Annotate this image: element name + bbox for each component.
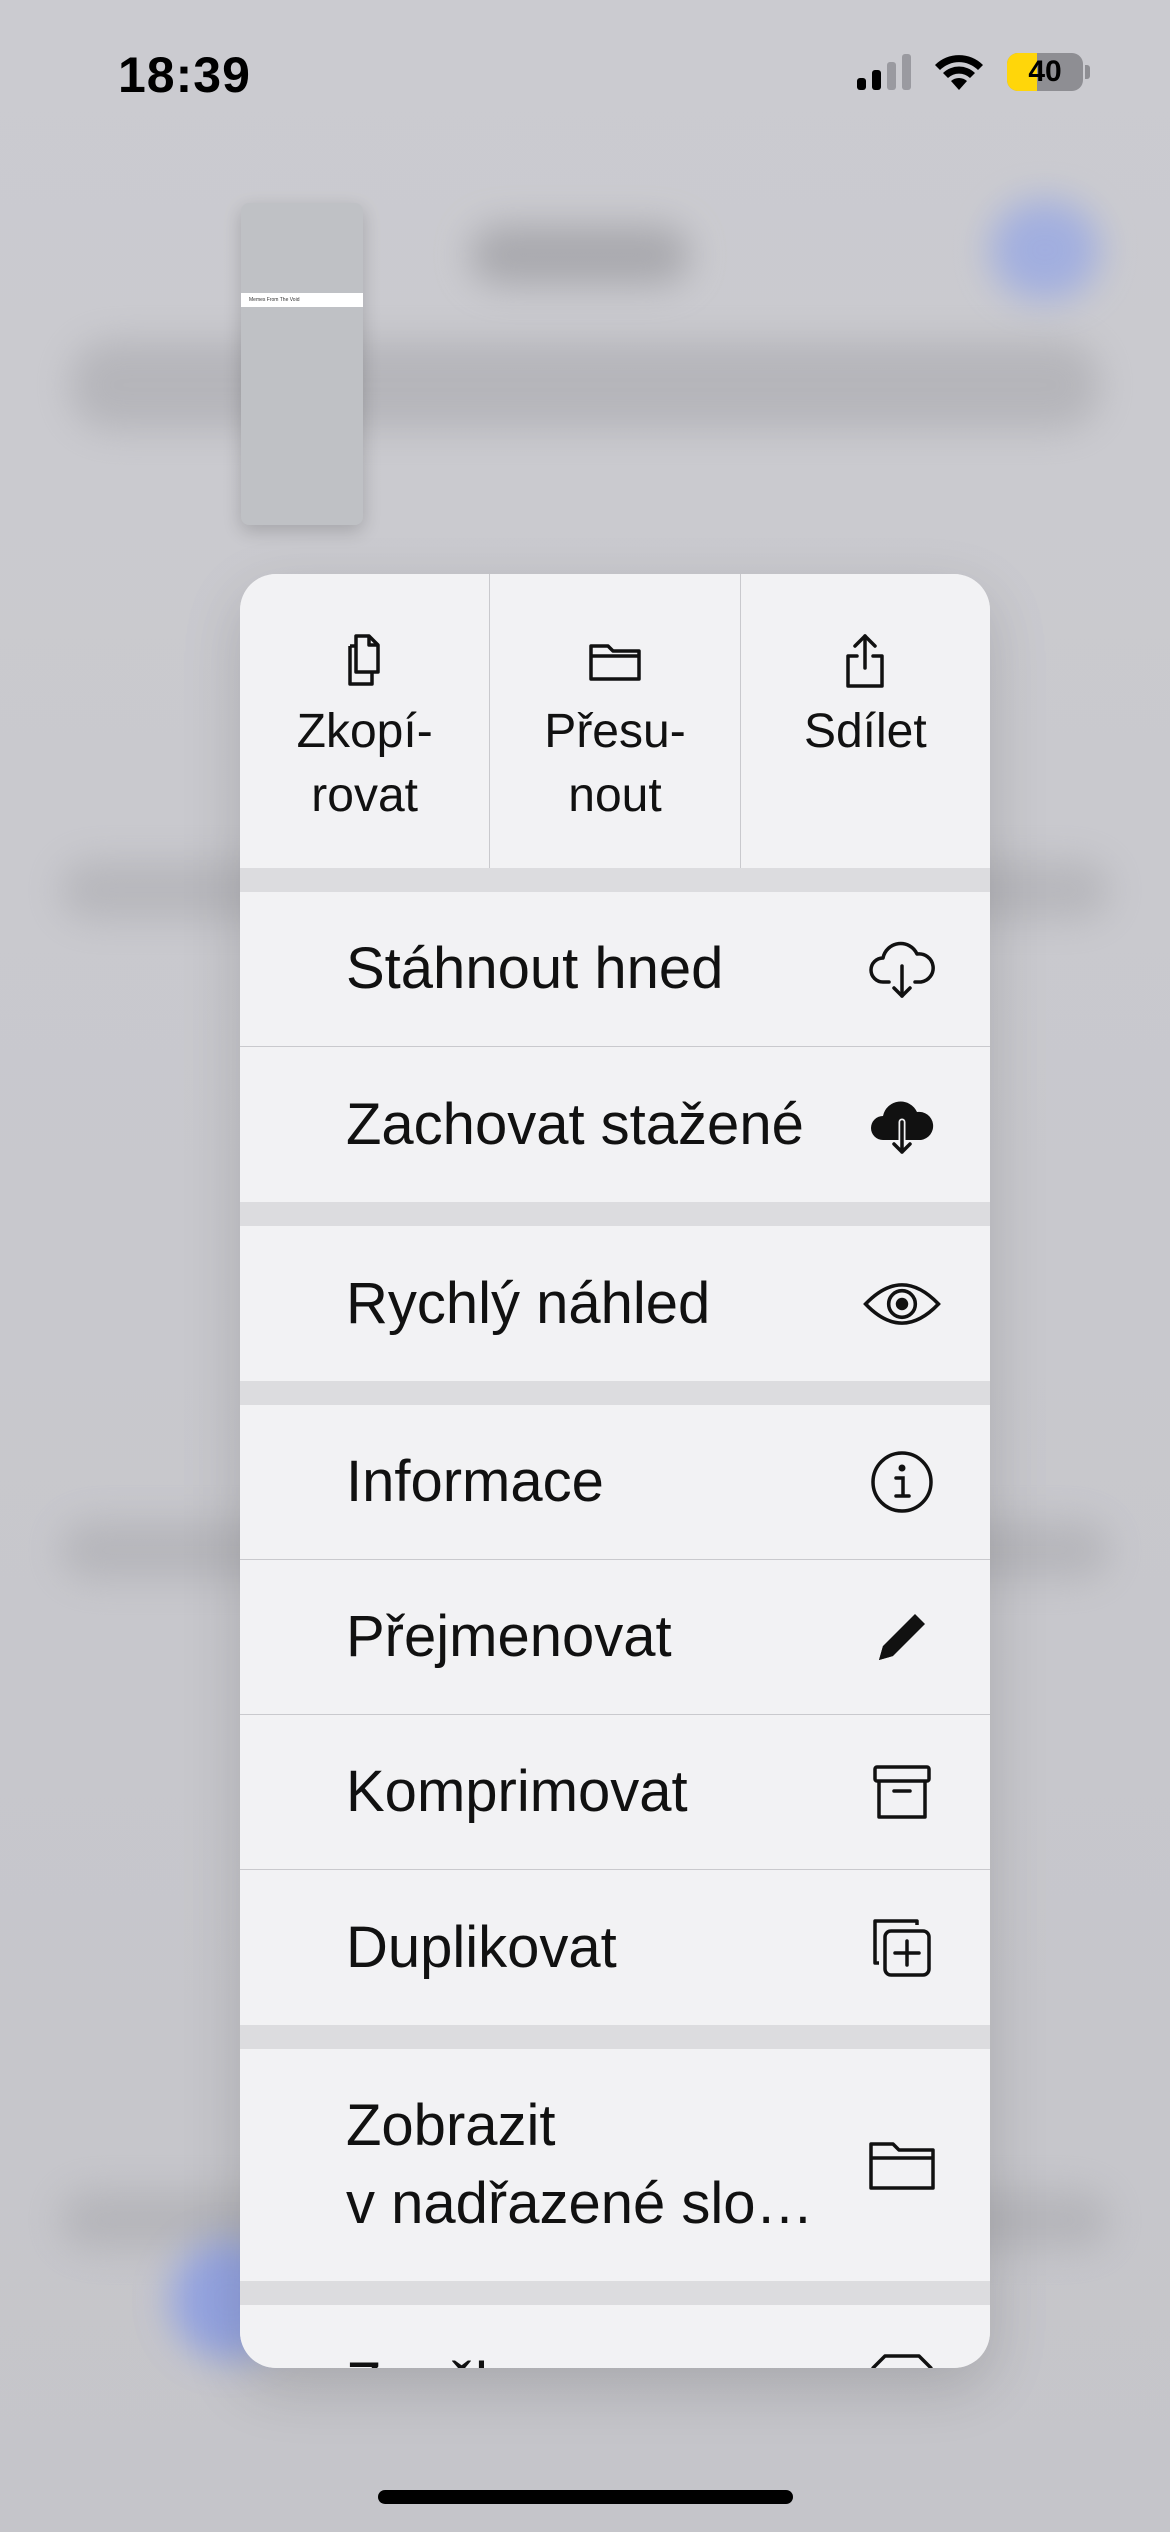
share-button[interactable]: Sdílet	[741, 574, 990, 868]
blurred-title	[470, 225, 690, 285]
file-preview-thumbnail: Memes From The Void	[241, 203, 363, 525]
quick-look-label: Rychlý náhled	[346, 1270, 711, 1336]
group-separator	[240, 1202, 990, 1226]
move-label: Přesu- nout	[544, 705, 686, 822]
keep-downloaded-item[interactable]: Zachovat stažené	[240, 1047, 990, 1202]
cellular-signal-icon	[857, 54, 911, 90]
eye-icon	[863, 1282, 941, 1325]
pencil-icon	[879, 1614, 925, 1660]
info-label: Informace	[346, 1449, 604, 1514]
wifi-icon	[935, 55, 983, 90]
download-now-item[interactable]: Stáhnout hned	[240, 892, 990, 1047]
group-separator	[240, 1381, 990, 1405]
thumbnail-caption: Memes From The Void	[241, 293, 363, 307]
tag-icon	[871, 2354, 933, 2368]
blurred-search-bar	[70, 340, 1100, 430]
group-separator	[240, 2025, 990, 2049]
duplicate-item[interactable]: Duplikovat	[240, 1870, 990, 2025]
status-time: 18:39	[118, 47, 251, 103]
share-icon	[846, 634, 885, 688]
status-indicators: 40	[857, 52, 1090, 92]
battery-level: 40	[1028, 55, 1062, 88]
info-icon	[871, 1451, 933, 1513]
compress-item[interactable]: Komprimovat	[240, 1715, 990, 1870]
download-now-label: Stáhnout hned	[346, 936, 724, 1001]
tags-label: Značky	[346, 2345, 533, 2368]
quick-actions-row: Zkopí- rovat Přesu- nout Sdílet	[240, 574, 990, 868]
home-indicator[interactable]	[378, 2490, 793, 2504]
preview-group: Rychlý náhled	[240, 1226, 990, 1381]
file-actions-group: Informace Přejmenovat Komprimovat Duplik…	[240, 1405, 990, 2025]
battery-icon: 40	[1007, 53, 1083, 91]
download-group: Stáhnout hned Zachovat stažené	[240, 892, 990, 1202]
context-menu: Zkopí- rovat Přesu- nout Sdílet Stáhnout…	[240, 574, 990, 2368]
move-button[interactable]: Přesu- nout	[490, 574, 741, 868]
group-separator	[240, 2281, 990, 2305]
copy-button[interactable]: Zkopí- rovat	[240, 574, 491, 868]
tags-item[interactable]: Značky	[240, 2305, 990, 2368]
rename-label: Přejmenovat	[346, 1604, 672, 1669]
copy-icon	[347, 634, 380, 686]
tags-group: Značky	[240, 2305, 990, 2368]
folder-icon	[589, 644, 641, 681]
blurred-avatar	[990, 200, 1100, 300]
info-item[interactable]: Informace	[240, 1405, 990, 1560]
share-label: Sdílet	[803, 705, 927, 758]
show-in-enclosing-folder-item[interactable]: Zobrazit v nadřazené slo…	[240, 2049, 990, 2281]
duplicate-label: Duplikovat	[346, 1914, 617, 1980]
location-group: Zobrazit v nadřazené slo…	[240, 2049, 990, 2281]
quick-look-item[interactable]: Rychlý náhled	[240, 1226, 990, 1381]
archive-box-icon	[873, 1765, 931, 1819]
show-in-folder-label: Zobrazit v nadřazené slo…	[346, 2093, 814, 2236]
group-separator	[240, 868, 990, 892]
copy-label: Zkopí- rovat	[296, 705, 433, 822]
keep-downloaded-label: Zachovat stažené	[346, 1091, 804, 1157]
folder-icon	[869, 2142, 935, 2190]
duplicate-icon	[873, 1918, 931, 1977]
cloud-download-outline-icon	[869, 941, 935, 998]
rename-item[interactable]: Přejmenovat	[240, 1560, 990, 1715]
compress-label: Komprimovat	[346, 1759, 688, 1824]
cloud-download-filled-icon	[871, 1101, 934, 1155]
